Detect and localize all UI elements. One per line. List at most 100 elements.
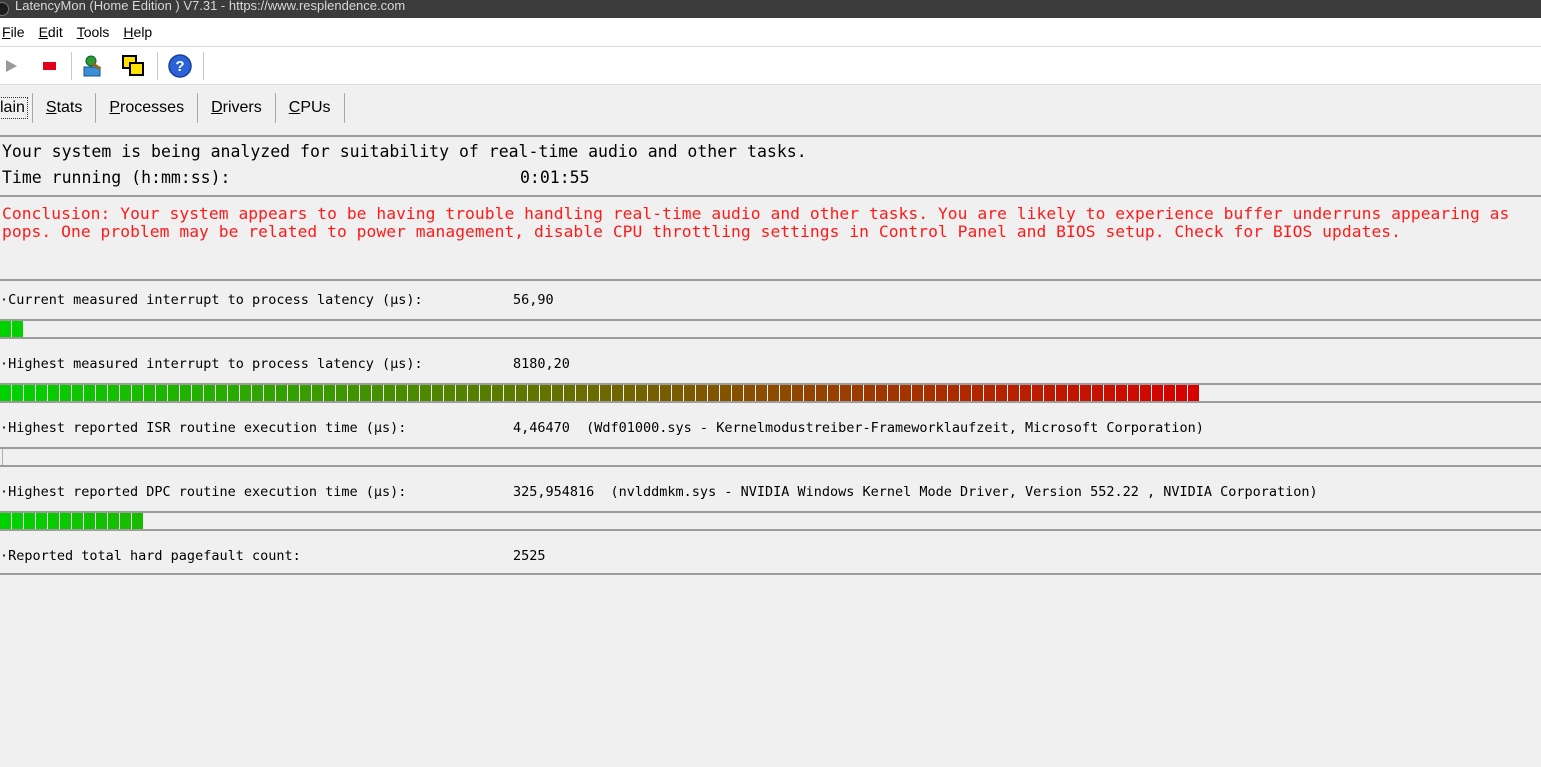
bar-segment	[1104, 385, 1116, 401]
driver-icon	[83, 55, 102, 77]
stop-button[interactable]	[36, 53, 62, 79]
bar-segment	[576, 385, 588, 401]
start-button[interactable]	[0, 53, 24, 79]
bar-segment	[912, 385, 924, 401]
bar-segment	[720, 385, 732, 401]
bar-segment	[276, 385, 288, 401]
windows-button[interactable]	[120, 53, 146, 79]
bar-segment	[108, 513, 120, 529]
bar-segment	[492, 385, 504, 401]
menu-file[interactable]: File	[0, 24, 32, 40]
tab-bar: lain Stats Processes Drivers C PUs	[0, 85, 1541, 129]
bar-segment	[72, 513, 84, 529]
bar-segment	[516, 385, 528, 401]
tab-cpus[interactable]: C PUs	[276, 93, 345, 123]
bar-segment	[120, 385, 132, 401]
bar-segment	[240, 385, 252, 401]
bar-segment	[0, 321, 12, 337]
bar-segment	[12, 513, 24, 529]
bar-segment	[696, 385, 708, 401]
bar-segment	[1008, 385, 1020, 401]
bar-segment	[288, 385, 300, 401]
bar-segment	[420, 385, 432, 401]
divider	[0, 573, 1541, 577]
bar-segment	[756, 385, 768, 401]
metric-label: ·Highest reported ISR routine execution …	[0, 420, 407, 436]
bar-segment	[924, 385, 936, 401]
bar-segment	[684, 385, 696, 401]
tab-main[interactable]: lain	[0, 93, 33, 123]
bar-fill	[0, 385, 1200, 401]
bar-segment	[468, 385, 480, 401]
metric-value: 8180,20	[513, 356, 570, 372]
bar-segment	[0, 513, 12, 529]
bar-segment	[708, 385, 720, 401]
isr-time-bar	[0, 447, 1541, 467]
bar-segment	[1128, 385, 1140, 401]
time-running-value: 0:01:55	[520, 168, 590, 187]
bar-segment	[48, 385, 60, 401]
bar-segment	[312, 385, 324, 401]
bar-segment	[1152, 385, 1164, 401]
highest-latency-bar	[0, 383, 1541, 403]
bar-segment	[60, 513, 72, 529]
bar-segment	[336, 385, 348, 401]
tab-drivers[interactable]: Drivers	[198, 93, 276, 123]
bar-segment	[24, 385, 36, 401]
metric-value: 56,90	[513, 292, 554, 308]
bar-segment	[0, 385, 12, 401]
bar-segment	[60, 385, 72, 401]
bar-segment	[72, 385, 84, 401]
bar-segment	[504, 385, 516, 401]
dpc-time-bar	[0, 511, 1541, 531]
bar-segment	[1044, 385, 1056, 401]
bar-fill	[0, 321, 24, 337]
bar-segment	[36, 513, 48, 529]
bar-segment	[828, 385, 840, 401]
bar-segment	[1020, 385, 1032, 401]
bar-segment	[768, 385, 780, 401]
metric-label: ·Highest measured interrupt to process l…	[0, 356, 423, 372]
bar-segment	[348, 385, 360, 401]
menu-edit[interactable]: Edit	[32, 24, 70, 40]
bar-segment	[408, 385, 420, 401]
metric-value: 2525	[513, 548, 546, 564]
bar-segment	[12, 385, 24, 401]
bar-segment	[660, 385, 672, 401]
time-running-label: Time running (h:mm:ss):	[2, 168, 231, 187]
bar-segment	[1056, 385, 1068, 401]
bar-segment	[84, 385, 96, 401]
toolbar: ?	[0, 46, 1541, 85]
bar-segment	[528, 385, 540, 401]
analyzing-text: Your system is being analyzed for suitab…	[2, 142, 807, 161]
toolbar-separator	[71, 52, 72, 80]
conclusion-panel: Conclusion: Your system appears to be ha…	[0, 197, 1541, 281]
bar-segment	[1140, 385, 1152, 401]
menu-tools[interactable]: Tools	[70, 24, 117, 40]
bar-segment	[480, 385, 492, 401]
bar-segment	[780, 385, 792, 401]
bar-segment	[888, 385, 900, 401]
help-button[interactable]: ?	[167, 53, 193, 79]
metric-value: 4,46470 (Wdf01000.sys - Kernelmodustreib…	[513, 420, 1204, 436]
bar-segment	[876, 385, 888, 401]
bar-segment	[564, 385, 576, 401]
bar-segment	[1164, 385, 1176, 401]
bar-segment	[864, 385, 876, 401]
bar-segment	[48, 513, 60, 529]
menu-help[interactable]: Help	[116, 24, 159, 40]
tab-processes[interactable]: Processes	[96, 93, 199, 123]
drivers-button[interactable]	[80, 53, 106, 79]
bar-segment	[456, 385, 468, 401]
bar-segment	[36, 385, 48, 401]
bar-segment	[744, 385, 756, 401]
bar-segment	[804, 385, 816, 401]
app-icon	[0, 2, 9, 16]
tab-stats[interactable]: Stats	[33, 93, 97, 123]
bar-segment	[936, 385, 948, 401]
status-panel: Your system is being analyzed for suitab…	[0, 135, 1541, 197]
bar-segment	[672, 385, 684, 401]
bar-segment	[168, 385, 180, 401]
bar-segment	[1092, 385, 1104, 401]
bar-segment	[984, 385, 996, 401]
